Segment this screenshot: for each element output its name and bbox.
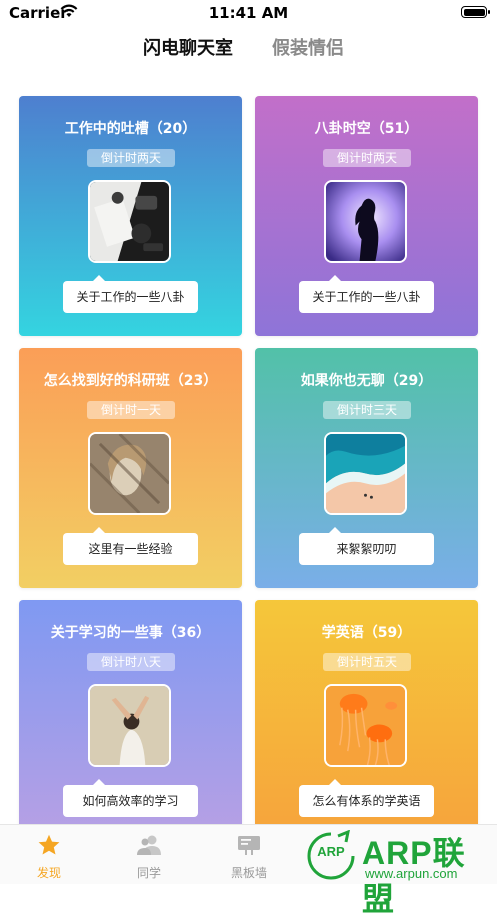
card-title: 八卦时空（51） <box>314 121 419 137</box>
card-title: 如果你也无聊（29） <box>300 373 433 389</box>
chatroom-card[interactable]: 关于学习的一些事（36） 倒计时八天 如何高效率的学习 <box>19 600 242 840</box>
card-title: 工作中的吐槽（20） <box>64 121 197 137</box>
blackboard-icon <box>238 836 260 855</box>
battery-icon <box>461 6 490 18</box>
watermark: ARP ARP联盟 www.arpun.com <box>300 826 497 917</box>
portrait-photo <box>88 432 171 515</box>
tab-fake-couple[interactable]: 假装情侣 <box>272 36 344 62</box>
star-icon <box>38 834 60 855</box>
card-description-bubble: 如何高效率的学习 <box>63 779 198 817</box>
tabbar-label: 黑板墙 <box>230 866 267 880</box>
tab-lightning-chat[interactable]: 闪电聊天室 <box>143 36 233 62</box>
chatroom-card[interactable]: 怎么找到好的科研班（23） 倒计时一天 这里有一些经验 <box>19 348 242 588</box>
silhouette-photo <box>324 180 407 263</box>
chatroom-card[interactable]: 学英语（59） 倒计时五天 怎么有体系的学英语 <box>255 600 478 840</box>
top-tabs: 闪电聊天室 假装情侣 <box>0 36 497 66</box>
watermark-logo-text: ARP <box>317 844 345 859</box>
card-title: 怎么找到好的科研班（23） <box>43 373 218 389</box>
status-bar: Carrier 11:41 AM <box>0 0 497 26</box>
tabbar-item-blackboard[interactable]: 黑板墙 <box>219 825 279 884</box>
people-icon <box>137 835 161 855</box>
countdown-badge: 倒计时三天 <box>323 401 411 419</box>
tabbar-item-classmates[interactable]: 同学 <box>119 825 179 884</box>
tabbar-label: 发现 <box>36 866 61 880</box>
dancer-photo <box>88 684 171 767</box>
tabbar-item-discover[interactable]: 发现 <box>19 825 79 884</box>
countdown-badge: 倒计时一天 <box>87 401 175 419</box>
tabbar-label: 同学 <box>136 866 161 880</box>
chatroom-card[interactable]: 八卦时空（51） 倒计时两天 关于工作的一些八卦 <box>255 96 478 336</box>
card-description-bubble: 怎么有体系的学英语 <box>299 779 434 817</box>
card-description-bubble: 来絮絮叨叨 <box>299 527 434 565</box>
countdown-badge: 倒计时八天 <box>87 653 175 671</box>
countdown-badge: 倒计时两天 <box>323 149 411 167</box>
card-description-bubble: 关于工作的一些八卦 <box>63 275 198 313</box>
card-title: 学英语（59） <box>321 625 412 641</box>
desk-photo <box>88 180 171 263</box>
watermark-url: www.arpun.com <box>365 866 458 881</box>
chatroom-card[interactable]: 如果你也无聊（29） 倒计时三天 来絮絮叨叨 <box>255 348 478 588</box>
card-title: 关于学习的一些事（36） <box>50 625 211 641</box>
card-description-bubble: 这里有一些经验 <box>63 527 198 565</box>
countdown-badge: 倒计时五天 <box>323 653 411 671</box>
jellyfish-photo <box>324 684 407 767</box>
clock: 11:41 AM <box>208 4 289 22</box>
countdown-badge: 倒计时两天 <box>87 149 175 167</box>
beach-photo <box>324 432 407 515</box>
chatroom-card[interactable]: 工作中的吐槽（20） 倒计时两天 关于工作的一些八卦 <box>19 96 242 336</box>
card-description-bubble: 关于工作的一些八卦 <box>299 275 434 313</box>
